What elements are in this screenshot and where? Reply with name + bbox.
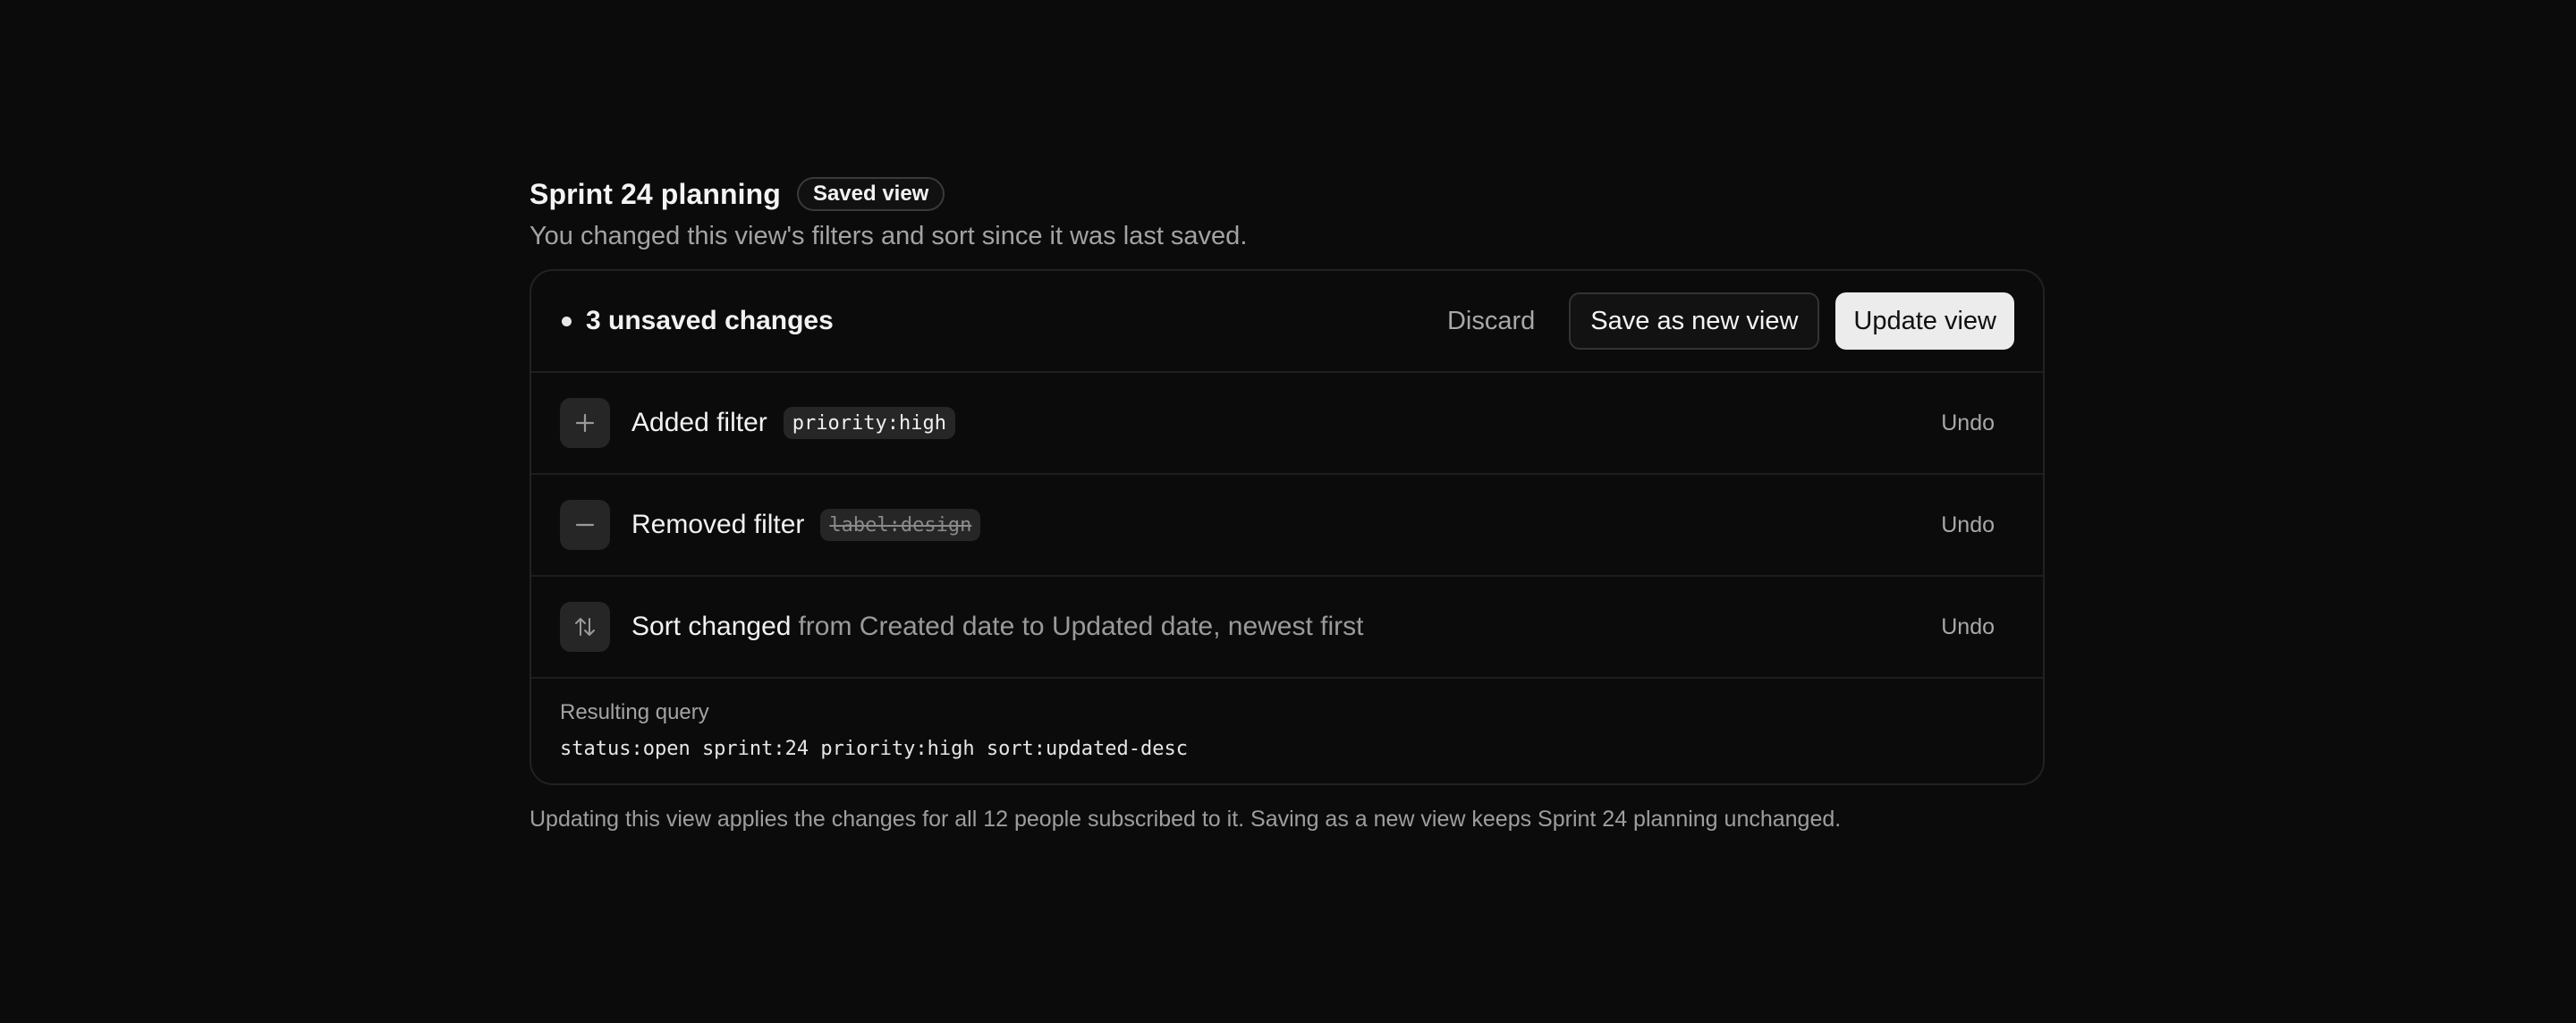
change-label: Sort changed bbox=[631, 612, 792, 641]
unsaved-count: 3 unsaved changes bbox=[586, 306, 834, 335]
saved-view-badge: Saved view bbox=[796, 177, 945, 211]
change-row-added-filter: Added filter priority:high Undo bbox=[531, 373, 2043, 475]
sort-icon bbox=[560, 602, 610, 652]
page: Sprint 24 planning Saved view You change… bbox=[0, 0, 2576, 1023]
query-label: Resulting query bbox=[560, 700, 709, 724]
unsaved-dot-icon bbox=[562, 316, 572, 326]
filter-chip: label:design bbox=[820, 509, 981, 541]
changes-card-header: 3 unsaved changes Discard Save as new vi… bbox=[531, 271, 2043, 373]
resulting-query: Resulting query status:open sprint:24 pr… bbox=[531, 679, 2043, 783]
page-title: Sprint 24 planning bbox=[530, 177, 781, 210]
unsaved-changes-panel: Sprint 24 planning Saved view You change… bbox=[530, 173, 2045, 833]
change-detail: from Created date to Updated date, newes… bbox=[798, 612, 1364, 641]
undo-button[interactable]: Undo bbox=[1921, 503, 2014, 547]
changes-card: 3 unsaved changes Discard Save as new vi… bbox=[530, 269, 2045, 785]
undo-button[interactable]: Undo bbox=[1921, 402, 2014, 445]
update-view-button[interactable]: Update view bbox=[1835, 292, 2014, 350]
undo-button[interactable]: Undo bbox=[1921, 605, 2014, 649]
query-value: status:open sprint:24 priority:high sort… bbox=[560, 738, 1188, 760]
change-row-removed-filter: Removed filter label:design Undo bbox=[531, 475, 2043, 577]
footnote: Updating this view applies the changes f… bbox=[530, 807, 1842, 832]
discard-button[interactable]: Discard bbox=[1429, 292, 1553, 350]
change-label: Added filter bbox=[631, 408, 767, 437]
change-row-sort-changed: Sort changed from Created date to Update… bbox=[531, 577, 2043, 679]
change-label: Removed filter bbox=[631, 510, 805, 539]
save-as-new-view-button[interactable]: Save as new view bbox=[1569, 292, 1820, 350]
minus-icon bbox=[560, 500, 610, 550]
title-row: Sprint 24 planning Saved view bbox=[530, 173, 2045, 215]
plus-icon bbox=[560, 398, 610, 448]
filter-chip: priority:high bbox=[783, 407, 955, 439]
page-subtitle: You changed this view's filters and sort… bbox=[530, 222, 1248, 250]
